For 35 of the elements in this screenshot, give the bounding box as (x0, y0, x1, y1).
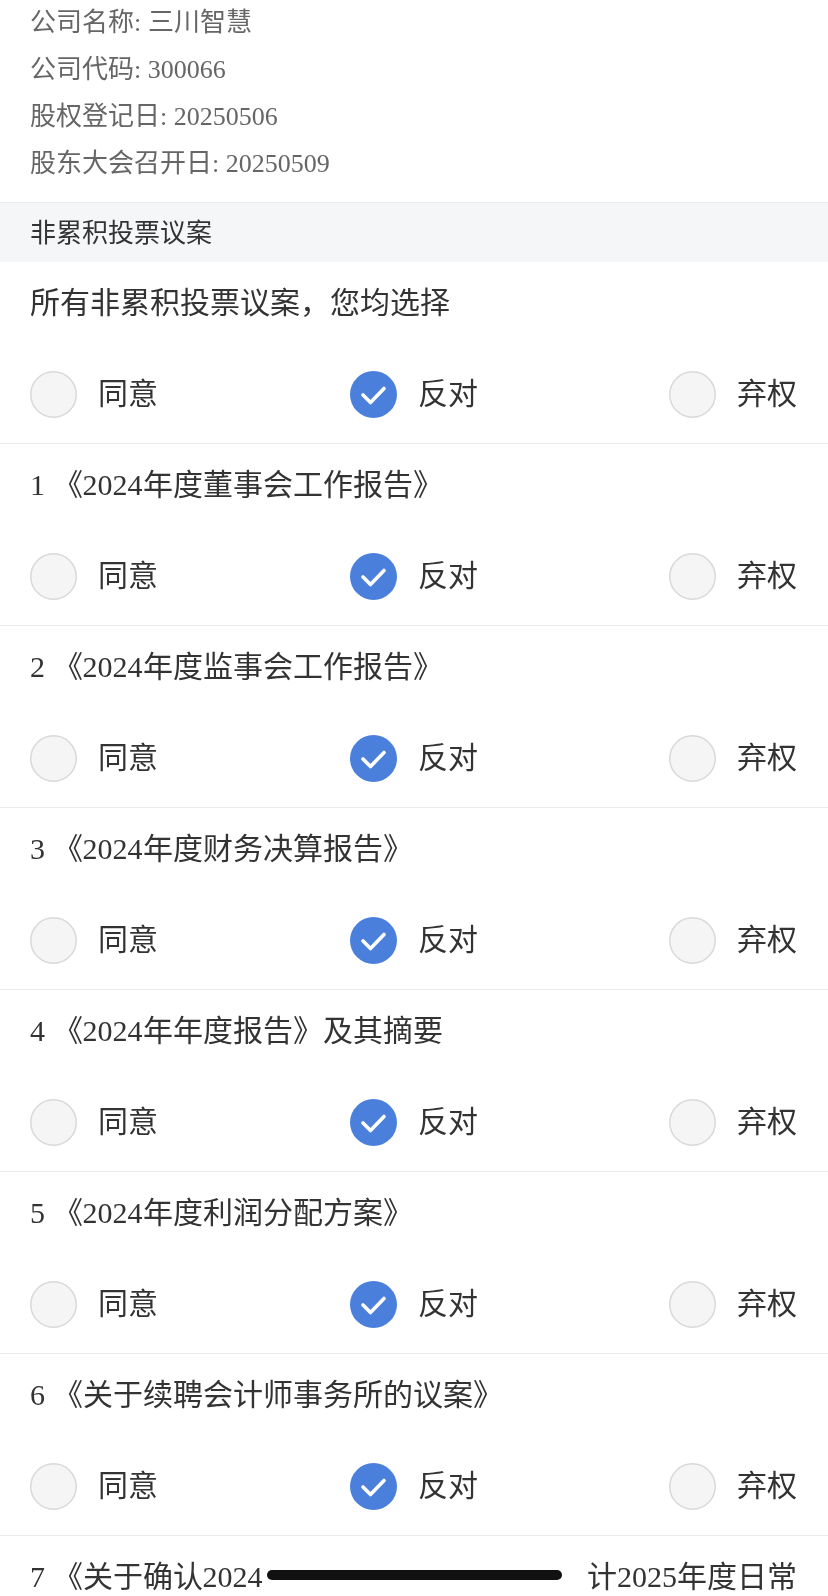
vote-option[interactable]: 弃权 (669, 1280, 797, 1328)
vote-option[interactable]: 弃权 (669, 734, 797, 782)
vote-option[interactable]: 同意 (30, 552, 158, 600)
vote-option[interactable]: 弃权 (669, 1098, 797, 1146)
vote-option[interactable]: 反对 (349, 1462, 478, 1510)
proposal-title: 4 《2024年年度报告》及其摘要 (30, 1014, 443, 1048)
vote-option[interactable]: 弃权 (669, 916, 797, 964)
info-line: 公司名称: 三川智慧 (30, 7, 252, 39)
vote-option[interactable]: 反对 (349, 734, 478, 782)
vote-option[interactable]: 同意 (30, 916, 158, 964)
proposal-title: 6 《关于续聘会计师事务所的议案》 (30, 1378, 503, 1412)
prompt-text: 所有非累积投票议案，您均选择 (30, 286, 450, 320)
info-line: 股东大会召开日: 20250509 (30, 148, 330, 180)
vote-option[interactable]: 弃权 (669, 1462, 797, 1510)
vote-option[interactable]: 弃权 (669, 370, 797, 418)
vote-option[interactable]: 反对 (349, 552, 478, 600)
proposal-title: 2 《2024年度监事会工作报告》 (30, 650, 443, 684)
vote-option[interactable]: 同意 (30, 370, 158, 418)
vote-option[interactable]: 反对 (349, 1098, 478, 1146)
proposal-title: 3 《2024年度财务决算报告》 (30, 832, 413, 866)
info-line: 股权登记日: 20250506 (30, 101, 278, 133)
vote-option[interactable]: 弃权 (669, 552, 797, 600)
info-line: 公司代码: 300066 (30, 54, 226, 86)
proposal-title: 计2025年度日常 (587, 1560, 797, 1594)
vote-option[interactable]: 反对 (349, 370, 478, 418)
vote-option[interactable]: 反对 (349, 916, 478, 964)
vote-option[interactable]: 同意 (30, 1462, 158, 1510)
proposal-title: 5 《2024年度利润分配方案》 (30, 1196, 413, 1230)
proposal-title: 7 《关于确认2024 (30, 1560, 263, 1594)
vote-option[interactable]: 反对 (349, 1280, 478, 1328)
section-header: 非累积投票议案 (0, 202, 828, 262)
vote-option[interactable]: 同意 (30, 1280, 158, 1328)
proposal-title: 1 《2024年度董事会工作报告》 (30, 468, 443, 502)
vote-option[interactable]: 同意 (30, 1098, 158, 1146)
vote-option[interactable]: 同意 (30, 734, 158, 782)
